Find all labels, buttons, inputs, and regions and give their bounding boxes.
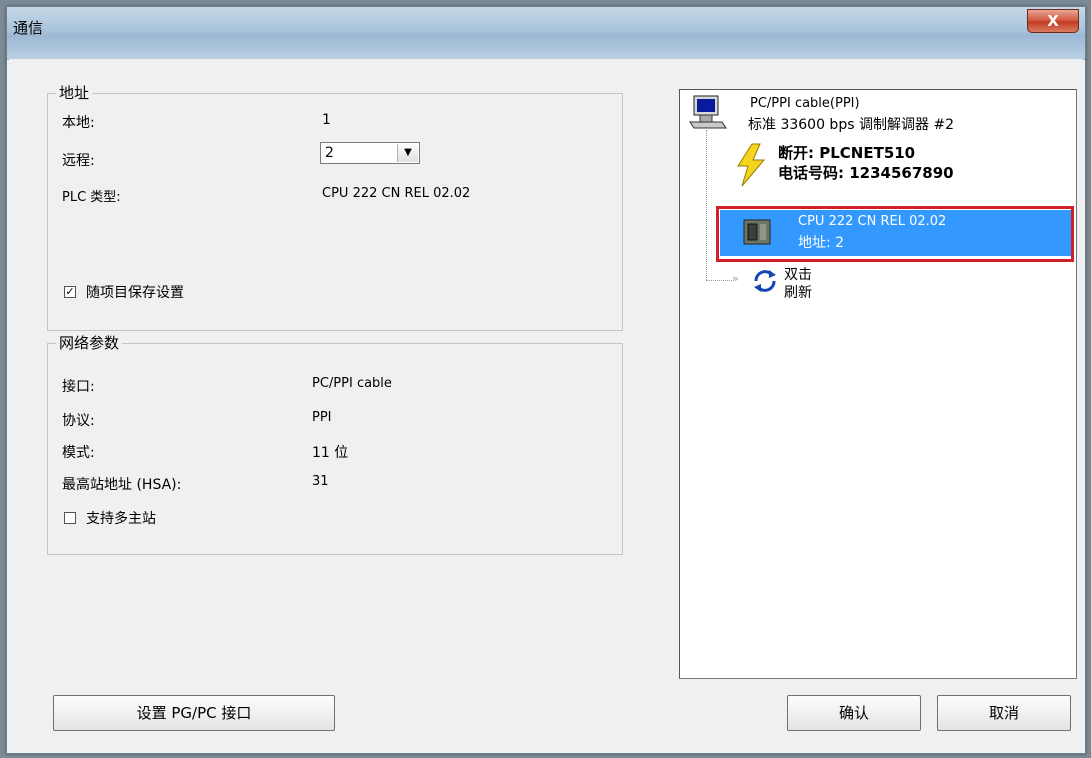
protocol-label: 协议:	[62, 413, 95, 429]
remote-address-value: 2	[325, 145, 334, 161]
save-settings-label: 随项目保存设置	[86, 285, 184, 301]
refresh-hint-line1: 双击	[784, 267, 812, 283]
multi-master-checkbox[interactable]	[64, 512, 76, 524]
ok-button[interactable]: 确认	[787, 695, 921, 731]
window-title: 通信	[13, 19, 44, 37]
tree-connector	[706, 280, 732, 281]
save-settings-checkbox[interactable]: ✓	[64, 286, 76, 298]
mode-label: 模式:	[62, 445, 95, 461]
title-bar: 通信 X	[7, 7, 1085, 60]
refresh-hint-line2: 刷新	[784, 285, 812, 301]
local-value: 1	[322, 112, 331, 128]
interface-value: PC/PPI cable	[312, 376, 392, 391]
multi-master-label: 支持多主站	[86, 511, 156, 527]
local-label: 本地:	[62, 115, 95, 131]
mode-value: 11 位	[312, 445, 349, 461]
expand-arrow-icon: »	[732, 272, 739, 285]
cancel-button[interactable]: 取消	[937, 695, 1071, 731]
set-pgpc-interface-button[interactable]: 设置 PG/PC 接口	[53, 695, 335, 731]
protocol-value: PPI	[312, 410, 332, 425]
lightning-icon	[737, 143, 766, 187]
cable-name: PC/PPI cable(PPI)	[750, 96, 860, 111]
phone-number: 电话号码: 1234567890	[778, 164, 954, 182]
hsa-label: 最高站地址 (HSA):	[62, 477, 182, 493]
pc-computer-icon	[689, 95, 727, 129]
network-tree[interactable]: PC/PPI cable(PPI) 标准 33600 bps 调制解调器 #2 …	[679, 89, 1077, 679]
disconnect-status: 断开: PLCNET510	[778, 144, 916, 162]
chevron-down-icon[interactable]: ▼	[397, 144, 418, 162]
remote-label: 远程:	[62, 153, 95, 169]
modem-description: 标准 33600 bps 调制解调器 #2	[748, 117, 955, 133]
close-button[interactable]: X	[1027, 9, 1079, 33]
interface-label: 接口:	[62, 379, 95, 395]
plc-type-label: PLC 类型:	[62, 190, 121, 205]
highlight-box	[716, 206, 1074, 262]
address-legend: 地址	[56, 82, 93, 103]
network-legend: 网络参数	[56, 332, 123, 353]
network-groupbox: 网络参数 接口: PC/PPI cable 协议: PPI 模式: 11 位 最…	[47, 332, 623, 555]
plc-type-value: CPU 222 CN REL 02.02	[322, 186, 471, 201]
tree-connector	[706, 130, 707, 280]
refresh-icon[interactable]	[750, 266, 780, 296]
address-groupbox: 地址 本地: 1 远程: 2 ▼ PLC 类型: CPU 222 CN REL …	[47, 82, 623, 331]
remote-address-select[interactable]: 2 ▼	[320, 142, 420, 164]
hsa-value: 31	[312, 474, 329, 489]
dialog-client: 地址 本地: 1 远程: 2 ▼ PLC 类型: CPU 222 CN REL …	[9, 59, 1083, 751]
communications-dialog: 通信 X 地址 本地: 1 远程: 2 ▼ PLC 类型: CPU 222 CN…	[6, 6, 1086, 754]
